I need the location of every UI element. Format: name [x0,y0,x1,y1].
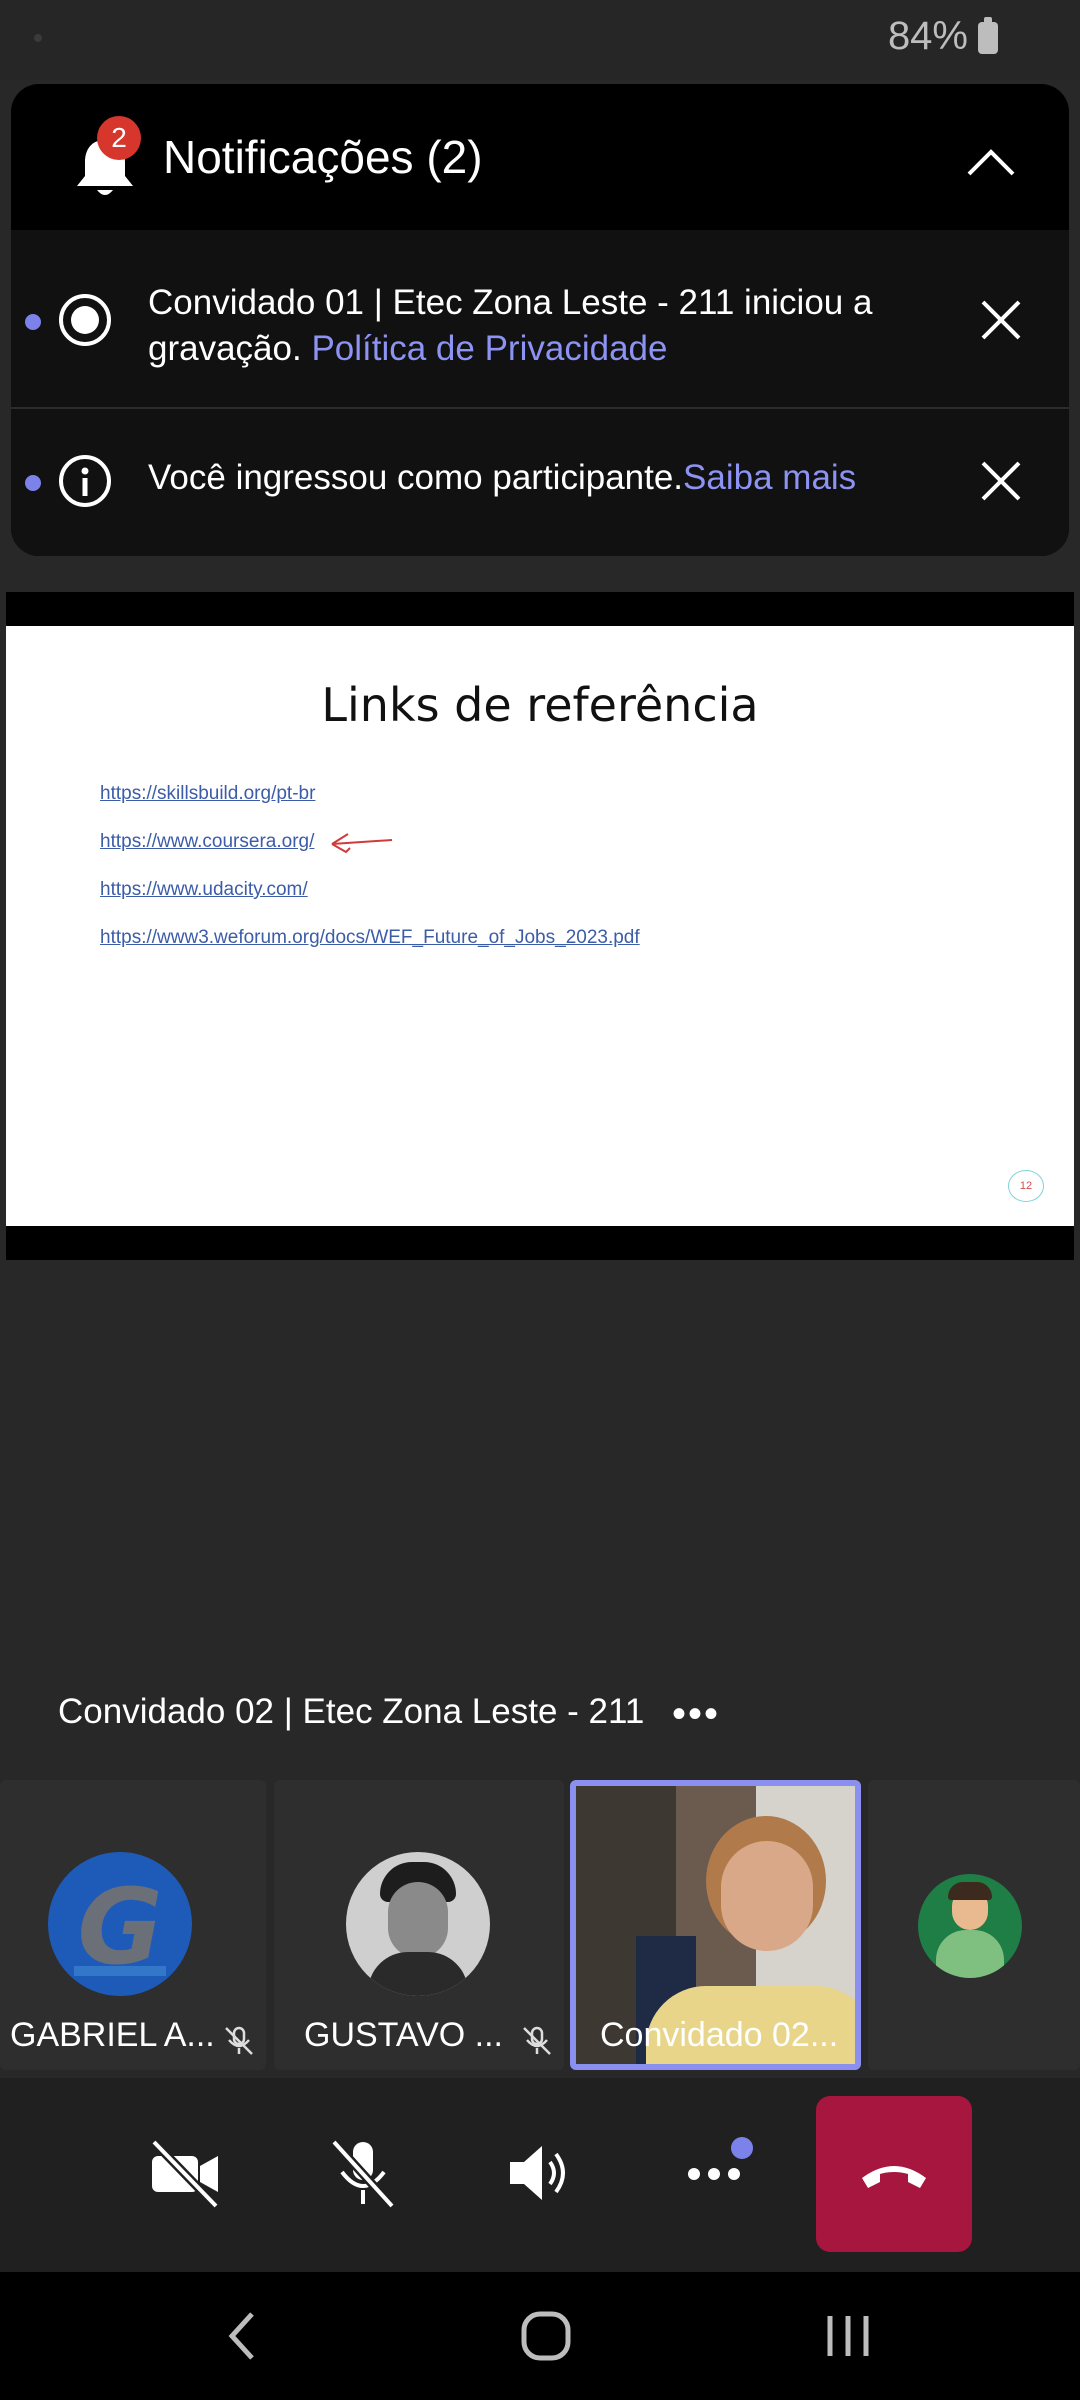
notification-count-badge: 2 [97,116,141,160]
avatar [346,1852,490,1996]
presenter-more-button[interactable]: ••• [672,1692,720,1737]
unread-dot [25,314,41,330]
camera-off-icon[interactable] [140,2128,230,2218]
home-icon[interactable] [516,2306,576,2371]
mic-off-icon[interactable] [318,2128,408,2218]
record-icon [57,292,113,353]
avatar [918,1874,1022,1978]
slide-link-udacity[interactable]: https://www.udacity.com/ [100,879,308,901]
status-bar: 84% [0,0,1080,80]
participant-tile-active-speaker[interactable]: Convidado 02... [570,1780,861,2070]
shared-slide[interactable]: Links de referência https://skillsbuild.… [6,626,1074,1226]
mic-off-icon [520,2024,554,2058]
close-icon[interactable] [971,290,1031,350]
notification-participant[interactable]: Você ingressou como participante.Saiba m… [11,409,1069,556]
learn-more-link[interactable]: Saiba mais [683,458,856,497]
chevron-up-icon[interactable] [961,136,1021,186]
slide-link-weforum[interactable]: https://www3.weforum.org/docs/WEF_Future… [100,927,640,949]
slide-page-number: 12 [1008,1170,1044,1202]
more-options-icon[interactable] [672,2128,762,2218]
notifications-title: Notificações (2) [163,131,483,183]
participant-name: Convidado 02... [600,2016,839,2054]
speaker-icon[interactable] [494,2128,584,2218]
call-controls-bar [0,2078,1080,2272]
unread-dot [25,475,41,491]
participant-name: GUSTAVO ... [304,2016,503,2054]
participant-tile[interactable]: GUSTAVO ... [274,1780,564,2070]
slide-title: Links de referência [321,678,759,732]
presenter-name: Convidado 02 | Etec Zona Leste - 211 [58,1692,645,1731]
notification-text: Você ingressou como participante.Saiba m… [148,455,948,501]
participant-tile[interactable]: G GABRIEL A... [0,1780,266,2070]
notification-message: Você ingressou como participante. [148,458,684,497]
annotation-arrow-icon [324,830,396,865]
system-nav-bar [0,2272,1080,2400]
notifications-header[interactable]: 2 Notificações (2) [11,84,1069,224]
slide-link-coursera[interactable]: https://www.coursera.org/ [100,831,314,853]
battery-icon [978,17,998,54]
status-dot [34,34,42,42]
notification-text: Convidado 01 | Etec Zona Leste - 211 ini… [148,280,928,372]
info-icon [57,453,113,514]
slide-link-skillsbuild[interactable]: https://skillsbuild.org/pt-br [100,783,315,805]
close-icon[interactable] [971,451,1031,511]
participant-tile[interactable] [868,1780,1080,2070]
hangup-button[interactable] [816,2096,972,2252]
hangup-icon [854,2140,934,2215]
mic-off-icon [222,2024,256,2058]
participant-name: GABRIEL A... [10,2016,215,2054]
recent-apps-icon[interactable] [818,2308,878,2369]
battery-level: 84% [887,14,968,58]
back-icon[interactable] [220,2306,264,2371]
notifications-panel: 2 Notificações (2) Convidado 01 | Etec Z… [11,84,1069,556]
avatar: G [48,1852,192,1996]
privacy-policy-link[interactable]: Política de Privacidade [311,329,667,368]
